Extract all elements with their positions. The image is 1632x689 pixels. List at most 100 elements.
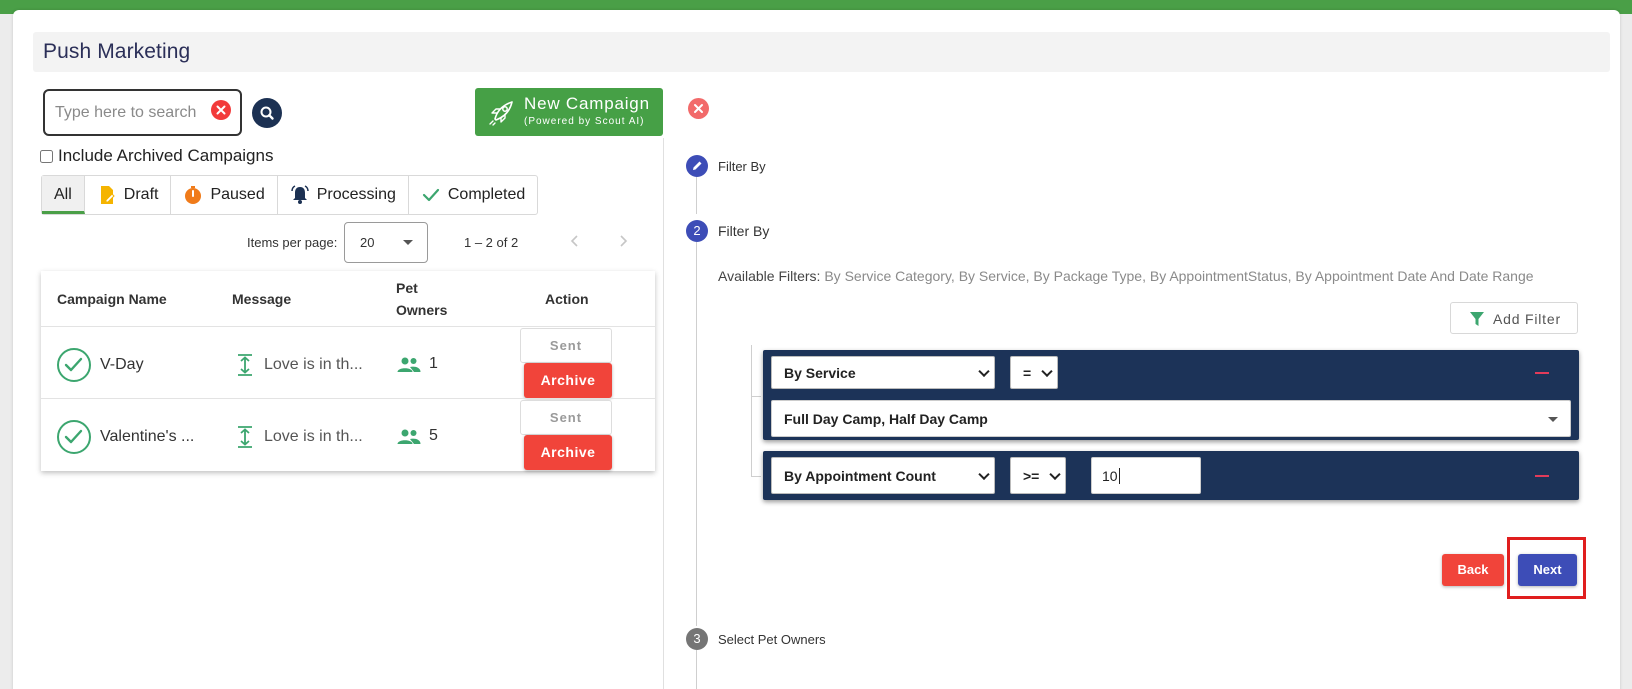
pet-owners-count: 5 bbox=[429, 427, 438, 444]
service-multiselect[interactable]: Full Day Camp, Half Day Camp bbox=[771, 400, 1571, 437]
table-row: Valentine's ... Love is in th... 5 Sent … bbox=[41, 399, 655, 471]
filter-operator-select[interactable]: = bbox=[1010, 356, 1058, 389]
filter-operator-value: = bbox=[1023, 364, 1032, 381]
tab-all[interactable]: All bbox=[42, 176, 85, 214]
next-page-icon[interactable] bbox=[615, 233, 631, 249]
filter-operator-value: >= bbox=[1023, 467, 1040, 484]
search-box bbox=[43, 89, 242, 136]
table-row: V-Day Love is in th... 1 Sent Archive bbox=[41, 327, 655, 399]
filter-group-bracket bbox=[751, 345, 761, 477]
stepper-connector bbox=[696, 650, 697, 689]
tab-completed[interactable]: Completed bbox=[409, 176, 537, 214]
column-header-action: Action bbox=[545, 291, 589, 307]
tab-completed-label: Completed bbox=[447, 186, 526, 203]
people-icon bbox=[397, 357, 421, 372]
close-panel-icon[interactable] bbox=[688, 98, 709, 119]
tab-paused[interactable]: Paused bbox=[171, 176, 278, 214]
filter-operator-select[interactable]: >= bbox=[1010, 457, 1066, 494]
chevron-down-icon bbox=[1041, 365, 1053, 377]
page-header bbox=[33, 32, 1610, 72]
column-header-owners-line2: Owners bbox=[396, 302, 448, 318]
tab-all-label: All bbox=[54, 186, 72, 203]
expand-message-icon[interactable] bbox=[236, 354, 254, 376]
filter-field-select[interactable]: By Appointment Count bbox=[771, 457, 995, 494]
tab-processing[interactable]: Processing bbox=[278, 176, 409, 214]
dropdown-arrow-icon bbox=[403, 240, 413, 245]
filter-icon bbox=[1470, 312, 1484, 326]
tab-draft-label: Draft bbox=[123, 186, 159, 203]
page-range-label: 1 – 2 of 2 bbox=[464, 235, 519, 250]
column-header-message: Message bbox=[232, 291, 292, 307]
step-1-label[interactable]: Filter By bbox=[718, 159, 766, 174]
people-icon bbox=[397, 429, 421, 444]
remove-filter-icon[interactable] bbox=[1535, 475, 1549, 477]
next-button[interactable]: Next bbox=[1518, 554, 1577, 586]
column-header-owners-line1: Pet bbox=[396, 280, 418, 296]
pet-owners-count: 1 bbox=[429, 355, 438, 372]
timer-icon bbox=[185, 186, 202, 204]
campaigns-table: Campaign Name Message Pet Owners Action … bbox=[41, 271, 655, 471]
previous-page-icon[interactable] bbox=[567, 233, 583, 249]
chevron-down-icon bbox=[1049, 468, 1061, 480]
items-per-page-select[interactable]: 20 bbox=[344, 222, 428, 263]
items-per-page-label: Items per page: bbox=[247, 235, 338, 250]
expand-message-icon[interactable] bbox=[236, 426, 254, 448]
tab-draft[interactable]: Draft bbox=[85, 176, 172, 214]
column-header-name: Campaign Name bbox=[57, 291, 167, 307]
step-3-label[interactable]: Select Pet Owners bbox=[718, 632, 826, 647]
clear-search-icon[interactable] bbox=[211, 100, 231, 120]
chevron-down-icon bbox=[978, 365, 990, 377]
campaign-message: Love is in th... bbox=[264, 428, 363, 445]
new-campaign-title: New Campaign bbox=[524, 94, 650, 113]
items-per-page-value: 20 bbox=[360, 235, 375, 250]
check-icon bbox=[422, 188, 439, 202]
service-multiselect-value: Full Day Camp, Half Day Camp bbox=[784, 410, 988, 427]
include-archived-row: Include Archived Campaigns bbox=[40, 146, 273, 166]
step-3-indicator: 3 bbox=[686, 628, 708, 650]
step-2-label[interactable]: Filter By bbox=[718, 223, 769, 239]
search-button[interactable] bbox=[252, 98, 282, 128]
back-button[interactable]: Back bbox=[1442, 554, 1504, 586]
appointment-count-input[interactable]: 10 bbox=[1091, 457, 1201, 494]
completed-status-icon bbox=[57, 420, 91, 454]
new-campaign-subtitle: (Powered by Scout AI) bbox=[524, 116, 645, 127]
filter-field-select[interactable]: By Service bbox=[771, 356, 995, 389]
filter-group-bracket-tick bbox=[751, 396, 761, 397]
campaign-name[interactable]: Valentine's ... bbox=[100, 428, 194, 446]
available-filters-label: Available Filters: bbox=[718, 268, 821, 284]
page-title: Push Marketing bbox=[43, 40, 191, 63]
add-filter-button[interactable]: Add Filter bbox=[1450, 302, 1578, 334]
bell-icon bbox=[290, 185, 309, 204]
search-icon bbox=[260, 106, 274, 120]
tab-paused-label: Paused bbox=[210, 186, 265, 203]
draft-doc-icon bbox=[100, 186, 115, 204]
text-cursor bbox=[1118, 467, 1120, 484]
filter-group-bracket-tick bbox=[751, 476, 761, 477]
filter-group-service: By Service = Full Day Camp, Half Day Cam… bbox=[763, 350, 1579, 440]
status-tabs: All Draft Paused Processing Completed bbox=[41, 175, 539, 215]
include-archived-checkbox[interactable] bbox=[40, 149, 53, 163]
sent-button[interactable]: Sent bbox=[520, 328, 612, 363]
include-archived-label: Include Archived Campaigns bbox=[58, 146, 274, 165]
sent-button[interactable]: Sent bbox=[520, 400, 612, 435]
archive-button[interactable]: Archive bbox=[524, 435, 612, 470]
completed-status-icon bbox=[57, 348, 91, 382]
appointment-count-value: 10 bbox=[1102, 467, 1118, 484]
column-header-owners: Pet Owners bbox=[396, 271, 447, 327]
available-filters-text: Available Filters: By Service Category, … bbox=[718, 268, 1534, 284]
rocket-icon bbox=[489, 101, 513, 126]
stepper-connector bbox=[696, 242, 697, 626]
remove-filter-icon[interactable] bbox=[1535, 372, 1549, 374]
chevron-down-icon bbox=[978, 468, 990, 480]
search-input[interactable] bbox=[55, 103, 205, 123]
filter-field-value: By Appointment Count bbox=[784, 467, 936, 484]
tab-processing-label: Processing bbox=[316, 186, 396, 203]
campaign-name[interactable]: V-Day bbox=[100, 356, 144, 374]
new-campaign-button[interactable]: New Campaign (Powered by Scout AI) bbox=[475, 88, 663, 136]
archive-button[interactable]: Archive bbox=[524, 363, 612, 398]
step-1-edit-icon[interactable] bbox=[686, 155, 708, 177]
stepper-connector bbox=[696, 176, 697, 214]
filter-field-value: By Service bbox=[784, 364, 856, 381]
step-2-indicator: 2 bbox=[686, 220, 708, 242]
campaign-message: Love is in th... bbox=[264, 356, 363, 373]
